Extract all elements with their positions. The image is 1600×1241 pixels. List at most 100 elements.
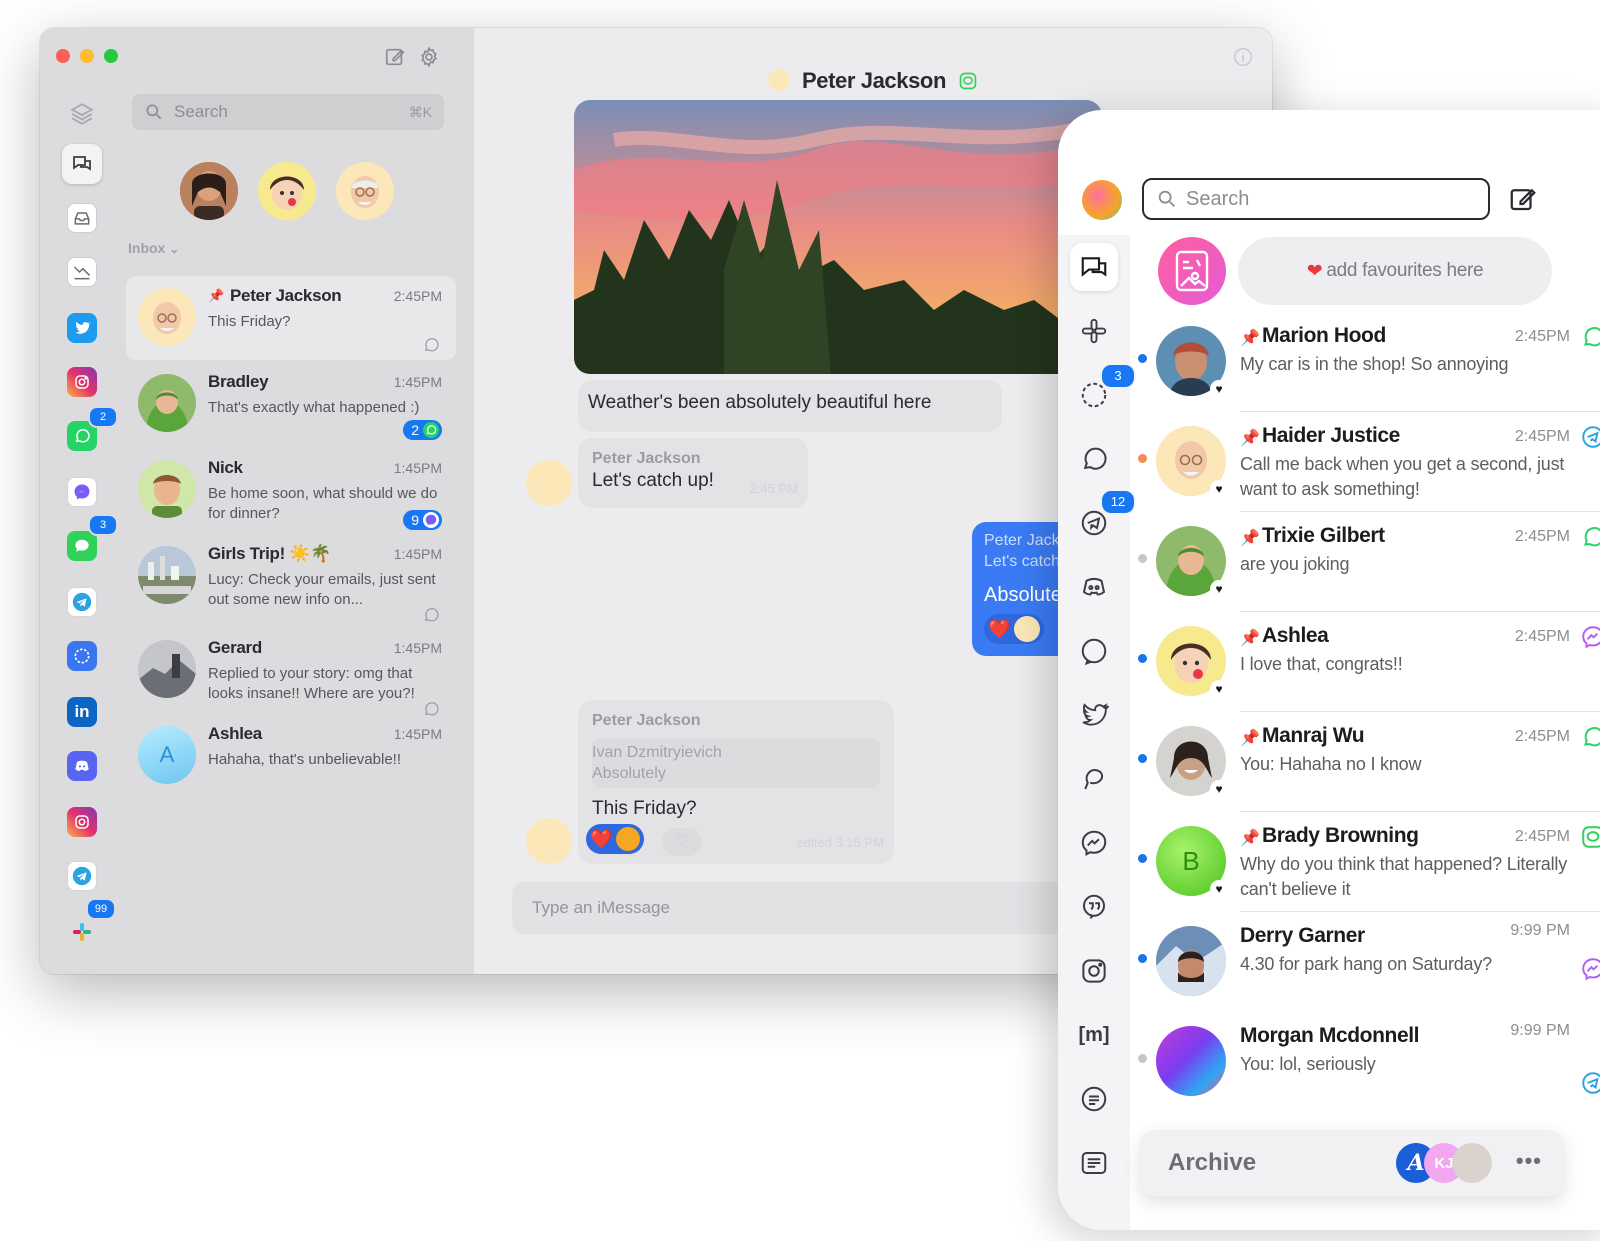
- stocks-icon[interactable]: [62, 252, 102, 292]
- whatsapp-icon: [1583, 727, 1600, 747]
- desktop-search-input[interactable]: Search ⌘K: [132, 94, 444, 130]
- favourite-avatar-1[interactable]: [180, 162, 238, 220]
- conversation-preview: I love that, congrats!!: [1240, 654, 1403, 674]
- whatsapp-icon[interactable]: [1070, 435, 1118, 483]
- conversation-preview: Lucy: Check your emails, just sent out s…: [208, 571, 436, 608]
- avatar: [138, 460, 196, 518]
- conversation-preview: Replied to your story: omg that looks in…: [208, 665, 415, 702]
- mobile-conversation-row[interactable]: ♥ 📌 Manraj Wu 2:45PM You: Hahaha no I kn…: [1130, 712, 1600, 812]
- conversation-row[interactable]: 📌 Peter Jackson 2:45PM This Friday?: [126, 276, 456, 360]
- conversation-row[interactable]: Bradley 1:45PM That's exactly what happe…: [126, 362, 456, 446]
- quoted-text: Absolutely: [592, 765, 666, 782]
- messenger-icon[interactable]: [1070, 819, 1118, 867]
- telegram-icon-2[interactable]: [62, 856, 102, 896]
- unread-dot: [1138, 754, 1147, 763]
- messenger-icon: [1582, 626, 1600, 649]
- inbox-filter-dropdown[interactable]: Inbox ⌄: [128, 240, 179, 256]
- archive-button[interactable]: Archive A KJ •••: [1140, 1130, 1564, 1196]
- signal-icon[interactable]: [62, 636, 102, 676]
- conversation-preview: are you joking: [1240, 554, 1350, 574]
- add-favourites-button[interactable]: ❤ add favourites here: [1238, 237, 1552, 305]
- slack-icon[interactable]: [1070, 307, 1118, 355]
- twitter-icon[interactable]: [1070, 691, 1118, 739]
- twitter-icon[interactable]: [62, 308, 102, 348]
- mobile-conversation-row[interactable]: ♥ 📌 Ashlea 2:45PM I love that, congrats!…: [1130, 612, 1600, 712]
- messenger-icon: [423, 512, 439, 528]
- conversation-name: Ashlea: [1262, 624, 1329, 647]
- signal-icon[interactable]: 3: [1070, 363, 1136, 419]
- mobile-conversation-row[interactable]: B ♥ 📌 Brady Browning 2:45PM Why do you t…: [1130, 812, 1600, 912]
- compose-icon[interactable]: [384, 46, 406, 68]
- telegram-icon[interactable]: [62, 582, 102, 622]
- chat-bubble-icon[interactable]: [1070, 627, 1118, 675]
- favourites-contacts-icon[interactable]: [1158, 237, 1226, 305]
- conversation-name: Ashlea: [208, 724, 262, 743]
- info-icon[interactable]: [1232, 46, 1254, 68]
- quoted-message[interactable]: Ivan Dzmitryievich Absolutely: [592, 738, 880, 788]
- messenger-icon[interactable]: [62, 472, 102, 512]
- chat-header: Peter Jackson: [474, 68, 1272, 94]
- reactions[interactable]: ❤️: [984, 614, 1045, 644]
- google-chat-icon[interactable]: [1070, 883, 1118, 931]
- incoming-message[interactable]: Weather's been absolutely beautiful here: [578, 380, 1002, 432]
- more-options-icon[interactable]: •••: [1516, 1148, 1542, 1174]
- notes-icon[interactable]: [1070, 1139, 1118, 1187]
- settings-gear-icon[interactable]: [418, 46, 440, 68]
- sms-icon[interactable]: [1070, 1075, 1118, 1123]
- chats-icon[interactable]: [1070, 243, 1118, 291]
- incoming-message[interactable]: Peter Jackson Ivan Dzmitryievich Absolut…: [578, 700, 894, 864]
- conversation-name: Nick: [208, 458, 243, 477]
- mobile-conversation-row[interactable]: ♥ 📌 Trixie Gilbert 2:45PM are you joking: [1130, 512, 1600, 612]
- add-reaction-icon[interactable]: ♡: [662, 828, 702, 856]
- whatsapp-icon: [424, 608, 439, 622]
- mobile-app-rail: 3 12 [m]: [1058, 235, 1136, 1230]
- profile-avatar[interactable]: [1082, 180, 1122, 220]
- message-text: Weather's been absolutely beautiful here: [588, 392, 932, 413]
- shared-photo[interactable]: [574, 100, 1102, 374]
- linkedin-icon[interactable]: in: [62, 692, 102, 732]
- incoming-message[interactable]: Peter Jackson Let's catch up! 2:45 PM: [578, 438, 808, 508]
- chevron-down-icon: ⌄: [169, 242, 180, 256]
- all-inboxes-layers-icon[interactable]: [62, 94, 102, 134]
- mobile-app-panel: Search ❤ add favourites here 3 12 [m] ♥ …: [1058, 110, 1600, 1230]
- chats-icon[interactable]: [62, 144, 102, 184]
- conversation-row[interactable]: Nick 1:45PM Be home soon, what should we…: [126, 448, 456, 532]
- matrix-icon[interactable]: [m]: [1070, 1011, 1118, 1059]
- mobile-conversation-row[interactable]: Derry Garner 9:99 PM 4.30 for park hang …: [1130, 912, 1600, 1012]
- conversation-row[interactable]: Girls Trip! ☀️🌴 1:45PM Lucy: Check your …: [126, 534, 456, 622]
- mobile-conversation-row[interactable]: ♥ 📌 Marion Hood 2:45PM My car is in the …: [1130, 312, 1600, 412]
- instagram-icon[interactable]: [1070, 947, 1118, 995]
- mobile-conversation-row[interactable]: Morgan Mcdonnell 9:99 PM You: lol, serio…: [1130, 1012, 1600, 1112]
- slack-icon[interactable]: 99: [62, 898, 116, 952]
- imessage-icon[interactable]: 3: [62, 514, 118, 566]
- conversation-time: 2:45PM: [1514, 328, 1570, 345]
- conversation-row[interactable]: A Ashlea 1:45PM Hahaha, that's unbelieva…: [126, 714, 456, 798]
- telegram-icon[interactable]: 12: [1070, 489, 1136, 547]
- zoom-window-button[interactable]: [104, 49, 118, 63]
- discord-icon[interactable]: [62, 746, 102, 786]
- avatar: [138, 546, 196, 604]
- whatsapp-icon[interactable]: 2: [62, 406, 118, 456]
- conversation-time: 1:45PM: [393, 460, 442, 476]
- message-sender: Peter Jackson: [592, 712, 701, 729]
- mobile-search-input[interactable]: Search: [1142, 178, 1490, 220]
- minimize-window-button[interactable]: [80, 49, 94, 63]
- favourite-avatar-2[interactable]: [258, 162, 316, 220]
- imessage-icon: [959, 72, 977, 90]
- instagram-icon-2[interactable]: [62, 802, 102, 842]
- conversation-row[interactable]: Gerard 1:45PM Replied to your story: omg…: [126, 628, 456, 716]
- mobile-conversation-row[interactable]: ♥ 📌 Haider Justice 2:45PM Call me back w…: [1130, 412, 1600, 512]
- beeper-icon[interactable]: [1070, 755, 1118, 803]
- close-window-button[interactable]: [56, 49, 70, 63]
- compose-icon[interactable]: [1508, 184, 1538, 214]
- unread-pill: 9: [403, 510, 442, 530]
- pin-icon: 📌: [1240, 330, 1260, 347]
- inbox-tray-icon[interactable]: [62, 198, 102, 238]
- favourite-avatar-3[interactable]: [336, 162, 394, 220]
- inbox-label: Inbox: [128, 240, 166, 256]
- reactions[interactable]: ❤️: [586, 824, 645, 854]
- instagram-icon[interactable]: [62, 362, 102, 402]
- imessage-badge: 3: [88, 514, 118, 536]
- pin-icon: 📌: [1240, 530, 1260, 547]
- discord-icon[interactable]: [1070, 563, 1118, 611]
